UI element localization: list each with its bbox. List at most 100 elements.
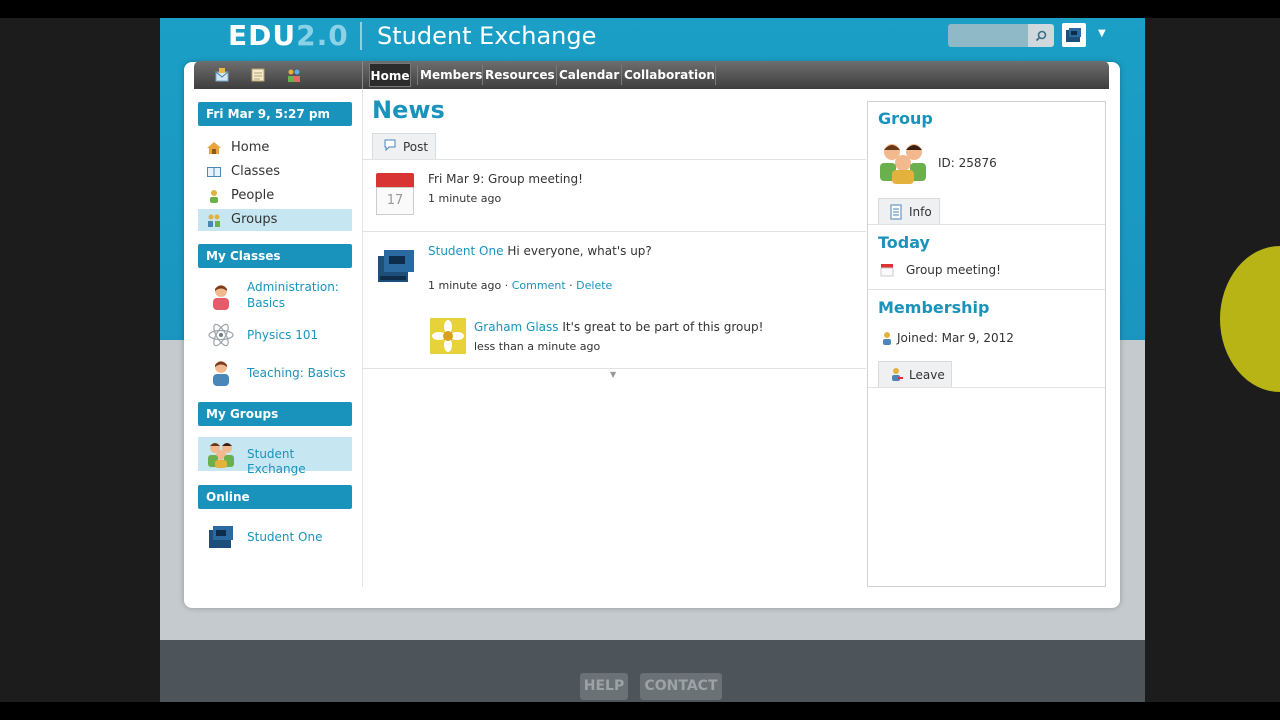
sidebar-item-label: Groups	[231, 212, 278, 227]
page-title: Student Exchange	[377, 22, 597, 50]
my-classes-header: My Classes	[198, 244, 352, 268]
logo-main: EDU	[228, 19, 297, 52]
tab-divider	[715, 65, 716, 85]
online-user-student-one[interactable]: Student One	[198, 522, 352, 552]
letterbox-bottom	[0, 702, 1280, 720]
class-label: Basics	[247, 296, 286, 310]
contact-button[interactable]: CONTACT	[640, 673, 722, 700]
news-title: News	[372, 96, 445, 124]
flower-avatar-icon	[430, 318, 466, 354]
date-time: Fri Mar 9, 5:27 pm	[198, 102, 352, 126]
calendar-icon: 17	[376, 173, 414, 215]
divider	[868, 387, 1105, 388]
screen: EDU2.0 Student Exchange ▼ Home Members R…	[0, 0, 1280, 720]
group-icon	[208, 214, 220, 227]
house-icon	[207, 142, 221, 154]
class-item-administration[interactable]: Administration: Basics	[198, 280, 352, 314]
class-item-physics[interactable]: Physics 101	[198, 320, 352, 350]
post-text: Hi everyone, what's up?	[507, 244, 652, 258]
calendar-day: 17	[376, 187, 414, 215]
post-tab-label: Post	[403, 140, 429, 154]
group-item-student-exchange[interactable]: Student Exchange	[198, 437, 352, 476]
letterbox-top	[0, 0, 1280, 18]
notes-icon[interactable]	[250, 67, 266, 83]
chevron-down-icon[interactable]: ▼	[610, 371, 620, 379]
membership-title: Membership	[878, 298, 990, 317]
tab-divider	[556, 65, 557, 85]
news-time: 1 minute ago	[428, 192, 502, 205]
sidebar-item-label: Home	[231, 140, 270, 155]
today-event-link[interactable]: Group meeting!	[906, 263, 1001, 277]
joined-date: Joined: Mar 9, 2012	[897, 331, 1014, 345]
sidebar-item-home[interactable]: Home	[198, 137, 352, 159]
divider	[868, 289, 1105, 290]
sidebar-item-classes[interactable]: Classes	[198, 161, 352, 183]
sidebar-item-label: Classes	[231, 164, 280, 179]
meta-separator: ·	[504, 279, 509, 292]
sidebar-item-label: People	[231, 188, 275, 203]
post-author-link[interactable]: Student One	[428, 244, 504, 258]
search-icon	[1035, 30, 1047, 41]
divider	[363, 368, 866, 369]
logo-version: 2.0	[296, 19, 349, 52]
group-title: Group	[878, 109, 933, 128]
news-post: Student One Hi everyone, what's up?	[428, 244, 652, 258]
sidebar-item-groups[interactable]: Groups	[198, 209, 352, 231]
help-button[interactable]: HELP	[580, 673, 628, 700]
class-item-teaching[interactable]: Teaching: Basics	[198, 358, 352, 388]
divider	[363, 159, 866, 160]
news-event-link[interactable]: Fri Mar 9: Group meeting!	[428, 172, 583, 186]
info-button[interactable]: Info	[878, 198, 940, 224]
person-icon	[210, 190, 218, 203]
atom-icon	[208, 323, 234, 347]
group-icon	[880, 144, 926, 184]
teacher-icon	[213, 361, 229, 386]
person-leave-icon	[892, 368, 903, 381]
reply-text: It's great to be part of this group!	[562, 320, 764, 334]
avatar-icon	[378, 250, 414, 282]
sidebar-item-people[interactable]: People	[198, 185, 352, 207]
online-header: Online	[198, 485, 352, 509]
page: EDU2.0 Student Exchange ▼ Home Members R…	[160, 18, 1145, 702]
book-icon	[207, 167, 221, 177]
tab-divider	[482, 65, 483, 85]
tab-resources[interactable]: Resources	[485, 63, 555, 87]
reply-author-link[interactable]: Graham Glass	[474, 320, 559, 334]
leave-button[interactable]: Leave	[878, 361, 952, 387]
mail-icon[interactable]	[214, 67, 230, 83]
quick-links	[194, 61, 362, 89]
header-divider	[360, 22, 362, 50]
group-label: Student Exchange	[247, 447, 306, 476]
speech-bubble-icon	[384, 139, 396, 152]
comment-link[interactable]: Comment	[512, 279, 566, 292]
logo[interactable]: EDU2.0	[228, 18, 349, 54]
chevron-down-icon[interactable]: ▼	[1098, 26, 1110, 42]
meta-separator: ·	[569, 279, 573, 292]
post-tab[interactable]: Post	[372, 133, 436, 159]
avatar-icon	[1066, 28, 1081, 42]
column-divider	[362, 89, 363, 587]
tab-members[interactable]: Members	[420, 63, 482, 87]
person-icon	[883, 332, 891, 345]
delete-link[interactable]: Delete	[576, 279, 612, 292]
news-time: 1 minute ago	[428, 279, 502, 292]
people-icon[interactable]	[286, 67, 302, 83]
cursor-highlight	[1220, 246, 1280, 392]
nav-divider	[362, 61, 363, 89]
search-input[interactable]	[948, 24, 1028, 47]
tab-calendar[interactable]: Calendar	[559, 63, 619, 87]
teacher-icon	[213, 285, 229, 310]
today-title: Today	[878, 233, 930, 252]
tab-home[interactable]: Home	[369, 63, 411, 87]
reply: Graham Glass It's great to be part of th…	[474, 320, 763, 334]
class-label: Administration:	[247, 280, 339, 294]
search-button[interactable]	[1028, 24, 1054, 47]
group-id: ID: 25876	[938, 156, 997, 170]
tab-collaboration[interactable]: Collaboration	[624, 63, 715, 87]
user-avatar[interactable]	[1062, 23, 1086, 47]
divider	[363, 231, 866, 232]
leave-button-label: Leave	[909, 368, 945, 382]
online-label: Student One	[247, 530, 323, 544]
info-button-label: Info	[909, 205, 932, 219]
tab-divider	[417, 65, 418, 85]
